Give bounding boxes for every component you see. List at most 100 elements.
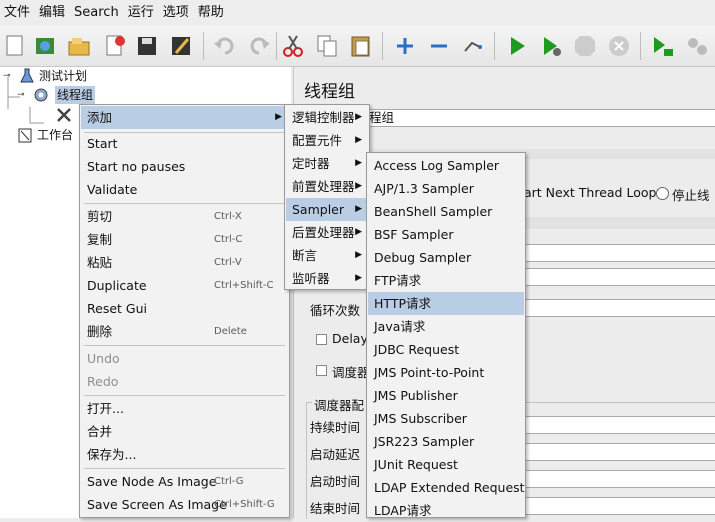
menu-item-label: Duplicate: [87, 278, 147, 293]
submenu-pre-processor[interactable]: 前置处理器 ▶: [286, 175, 368, 198]
sampler-bsf[interactable]: BSF Sampler: [368, 223, 524, 246]
sampler-debug[interactable]: Debug Sampler: [368, 246, 524, 269]
separator: [203, 32, 204, 60]
sampler-ldap-extended[interactable]: LDAP Extended Request: [368, 476, 525, 499]
tree-node-test-plan[interactable]: ⊸ 测试计划: [3, 67, 123, 85]
submenu-assertion[interactable]: 断言 ▶: [286, 244, 368, 267]
menu-item-redo[interactable]: Redo: [81, 370, 288, 393]
toolbar: [0, 26, 715, 67]
save-icon[interactable]: [134, 33, 160, 59]
expand-handle-icon[interactable]: ⊸: [17, 86, 25, 104]
delay-checkbox[interactable]: [316, 334, 327, 345]
menu-item-undo[interactable]: Undo: [81, 347, 288, 370]
workbench-icon: [18, 128, 32, 143]
sampler-junit[interactable]: JUnit Request: [368, 453, 524, 476]
tree-node-thread-group[interactable]: ⊸ 线程组: [17, 86, 137, 104]
shortcut-label: Delete: [214, 326, 247, 337]
menu-item-duplicate[interactable]: Duplicate Ctrl+Shift-C: [81, 274, 288, 297]
scheduler-config-title: 调度器配: [312, 395, 367, 414]
start-next-loop-label[interactable]: art Next Thread Loop: [524, 185, 656, 200]
open-icon[interactable]: [66, 33, 92, 59]
sampler-access-log[interactable]: Access Log Sampler: [368, 154, 524, 177]
menu-item-label: 配置元件: [292, 133, 343, 148]
sampler-beanshell[interactable]: BeanShell Sampler: [368, 200, 524, 223]
menu-item-add[interactable]: 添加 ▶: [81, 106, 288, 129]
submenu-post-processor[interactable]: 后置处理器 ▶: [286, 221, 368, 244]
menu-item-save-screen-image[interactable]: Save Screen As Image Ctrl+Shift-G: [81, 493, 288, 516]
submenu-logic-controller[interactable]: 逻辑控制器 ▶: [286, 106, 368, 129]
submenu-sampler[interactable]: Sampler ▶: [286, 198, 368, 221]
submenu-config-element[interactable]: 配置元件 ▶: [286, 129, 368, 152]
menu-item-paste[interactable]: 粘贴 Ctrl-V: [81, 251, 288, 274]
menu-help[interactable]: 帮助: [194, 0, 229, 26]
menu-item-reset-gui[interactable]: Reset Gui: [81, 297, 288, 320]
menu-item-label: FTP请求: [374, 273, 422, 288]
add-submenu: 逻辑控制器 ▶ 配置元件 ▶ 定时器 ▶ 前置处理器 ▶ Sampler ▶ 后置处理器 ▶…: [284, 104, 370, 290]
menu-item-label: Save Screen As Image: [87, 497, 227, 512]
sampler-java[interactable]: Java请求: [368, 315, 524, 338]
toggle-icon[interactable]: [460, 33, 486, 59]
new-icon[interactable]: [2, 33, 28, 59]
stop-thread-label[interactable]: 停止线: [672, 185, 710, 204]
sampler-jms-p2p[interactable]: JMS Point-to-Point: [368, 361, 524, 384]
collapse-icon[interactable]: [426, 33, 452, 59]
sampler-jms-subscriber[interactable]: JMS Subscriber: [368, 407, 524, 430]
scheduler-checkbox[interactable]: [316, 365, 327, 376]
sampler-ftp[interactable]: FTP请求: [368, 269, 524, 292]
menu-item-cut[interactable]: 剪切 Ctrl-X: [81, 205, 288, 228]
tools-icon: [57, 108, 71, 122]
menu-edit[interactable]: 编辑: [35, 0, 70, 26]
tree-label-workbench: 工作台: [37, 128, 74, 142]
stop-thread-radio[interactable]: [656, 187, 669, 200]
menu-item-copy[interactable]: 复制 Ctrl-C: [81, 228, 288, 251]
undo-icon[interactable]: [212, 33, 238, 59]
menu-item-label: JSR223 Sampler: [374, 434, 475, 449]
sampler-http[interactable]: HTTP请求: [368, 292, 524, 315]
menu-item-label: Debug Sampler: [374, 250, 472, 265]
paste-icon[interactable]: [348, 33, 374, 59]
save-as-icon[interactable]: [168, 33, 194, 59]
sampler-ajp[interactable]: AJP/1.3 Sampler: [368, 177, 524, 200]
tree-label-test-plan: 测试计划: [39, 69, 88, 83]
start-time-label: 启动时间: [310, 474, 361, 489]
scheduler-label: 调度器: [332, 365, 370, 380]
menu-item-merge[interactable]: 合并: [81, 420, 288, 443]
menu-item-open[interactable]: 打开...: [81, 397, 288, 420]
menu-item-save-as[interactable]: 保存为...: [81, 443, 288, 466]
cut-icon[interactable]: [280, 33, 306, 59]
stop-icon[interactable]: [572, 33, 598, 59]
sampler-jdbc[interactable]: JDBC Request: [368, 338, 524, 361]
sampler-ldap[interactable]: LDAP请求: [368, 499, 524, 522]
remote-start-icon[interactable]: [650, 33, 676, 59]
menu-item-label: 删除: [87, 324, 113, 339]
menu-item-validate[interactable]: Validate: [81, 178, 288, 201]
expand-icon[interactable]: [392, 33, 418, 59]
menu-item-label: 监听器: [292, 271, 330, 286]
remote-stop-icon[interactable]: [684, 33, 710, 59]
templates-icon[interactable]: [32, 33, 58, 59]
menu-item-start[interactable]: Start: [81, 132, 288, 155]
menu-search[interactable]: Search: [70, 0, 124, 26]
menu-options[interactable]: 选项: [159, 0, 194, 26]
copy-icon[interactable]: [314, 33, 340, 59]
expand-handle-icon[interactable]: ⊸: [3, 67, 11, 85]
submenu-arrow-icon: ▶: [275, 112, 282, 122]
submenu-arrow-icon: ▶: [355, 227, 362, 237]
menu-run[interactable]: 运行: [124, 0, 159, 26]
close-file-icon[interactable]: [102, 33, 128, 59]
menu-item-delete[interactable]: 删除 Delete: [81, 320, 288, 343]
start-no-pauses-icon[interactable]: [538, 33, 564, 59]
tree-node-sampler[interactable]: [56, 106, 80, 124]
name-field[interactable]: 程组: [366, 109, 715, 127]
menu-item-start-no-pauses[interactable]: Start no pauses: [81, 155, 288, 178]
sampler-jms-publisher[interactable]: JMS Publisher: [368, 384, 524, 407]
redo-icon[interactable]: [246, 33, 272, 59]
menu-item-label: Validate: [87, 182, 138, 197]
submenu-timer[interactable]: 定时器 ▶: [286, 152, 368, 175]
menu-item-save-node-image[interactable]: Save Node As Image Ctrl-G: [81, 470, 288, 493]
sampler-jsr223[interactable]: JSR223 Sampler: [368, 430, 524, 453]
shutdown-icon[interactable]: [606, 33, 632, 59]
submenu-listener[interactable]: 监听器 ▶: [286, 267, 368, 290]
menu-file[interactable]: 文件: [0, 0, 35, 26]
start-icon[interactable]: [504, 33, 530, 59]
